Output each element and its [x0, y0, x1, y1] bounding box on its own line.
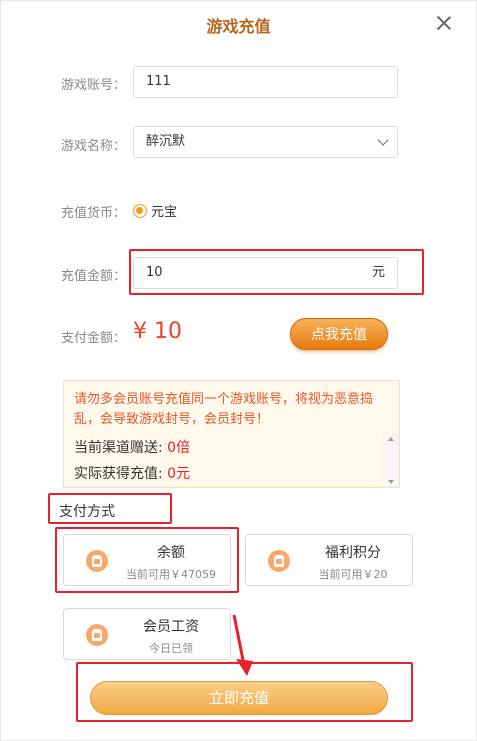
- recharge-dialog: 游戏充值 游戏账号： 111 游戏名称： 醉沉默 充值货币： 元宝 充值金额： …: [0, 0, 477, 741]
- annotation-arrow-icon: [232, 614, 253, 676]
